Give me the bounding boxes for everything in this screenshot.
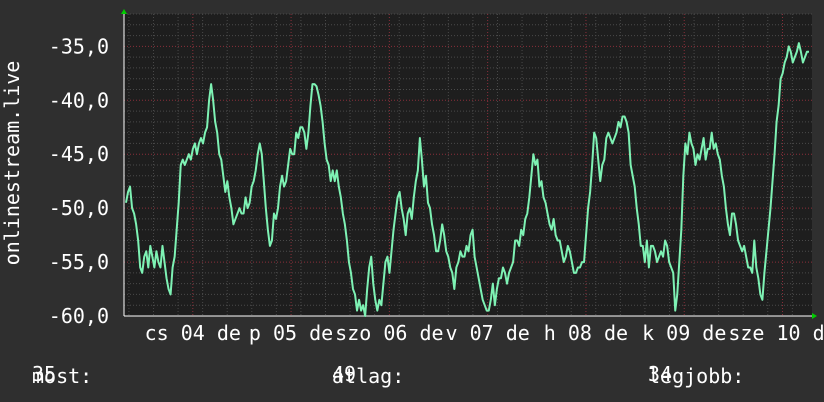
x-axis-arrow [812, 313, 817, 319]
y-tick-label: -60,0 [49, 304, 109, 328]
average-stat: átlag: 49 [332, 362, 404, 388]
y-axis-label: onlinestream.live [0, 61, 24, 266]
chart-svg: -35,0 -40,0 -45,0 -50,0 -55,0 -60,0 cs 04 de p … [0, 9, 824, 345]
y-tick-label: -35,0 [49, 34, 109, 58]
chart: -35,0 -40,0 -45,0 -50,0 -55,0 -60,0 cs 04 de p … [0, 0, 824, 402]
average-label: átlag: [332, 364, 405, 388]
y-tick-label: -45,0 [49, 142, 109, 166]
y-tick-label: -40,0 [49, 88, 109, 112]
y-axis-arrow [121, 9, 127, 14]
current-stat: most: 35 [32, 362, 92, 388]
x-tick-label: cs 04 de [145, 321, 241, 345]
x-tick-label: h 08 de [544, 321, 628, 345]
x-tick-label: p 05 de [249, 321, 333, 345]
y-tick-label: -55,0 [49, 250, 109, 274]
best-label: legjobb: [648, 364, 745, 388]
best-stat: legjobb: 34 [648, 362, 744, 388]
x-tick-label: sze 10 de [728, 321, 824, 345]
x-tick-label: szo 06 de [335, 321, 443, 345]
y-tick-label: -50,0 [49, 196, 109, 220]
x-tick-label: v 07 de [446, 321, 530, 345]
x-tick-label: k 09 de [642, 321, 726, 345]
current-label: most: [32, 364, 93, 388]
stats-footer: most: 35 átlag: 49 legjobb: 34 [0, 360, 824, 390]
